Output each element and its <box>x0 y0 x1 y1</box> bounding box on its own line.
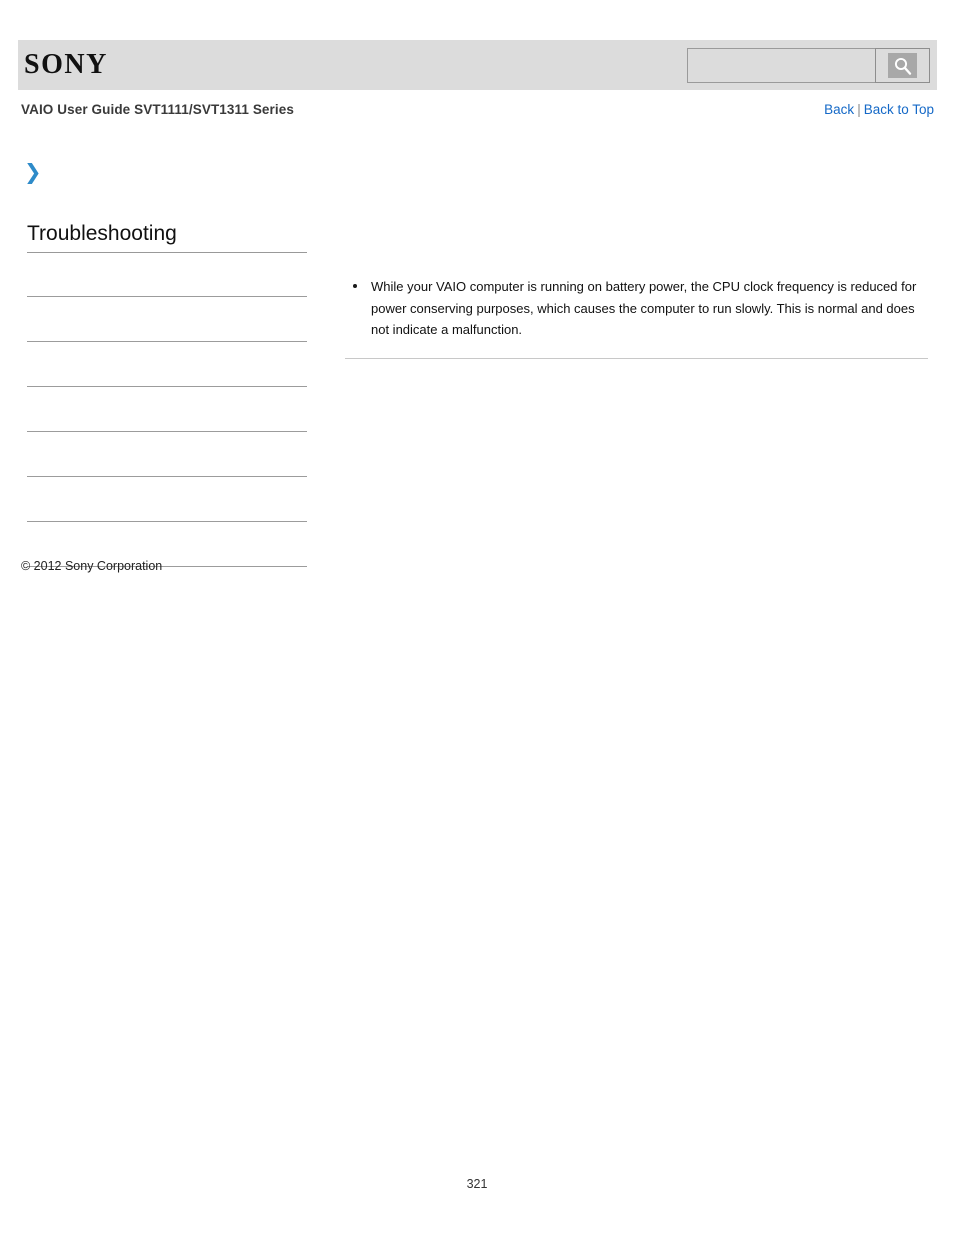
sony-logo: SONY <box>24 49 108 80</box>
search-area <box>687 48 930 83</box>
search-button[interactable] <box>875 48 930 83</box>
content-divider <box>345 358 928 359</box>
search-input[interactable] <box>687 48 875 83</box>
document-page: SONY VAIO User Guide SVT1111/SVT1311 Ser… <box>0 0 954 1235</box>
sidebar-item-5[interactable] <box>27 477 307 522</box>
sidebar-section-heading: Troubleshooting <box>27 221 307 253</box>
sidebar-item-4[interactable] <box>27 432 307 477</box>
top-navigation: Back | Back to Top <box>824 102 934 117</box>
page-number: 321 <box>466 1177 488 1191</box>
main-content: While your VAIO computer is running on b… <box>345 276 929 341</box>
sidebar-item-2[interactable] <box>27 342 307 387</box>
copyright-notice: © 2012 Sony Corporation <box>21 559 163 573</box>
sidebar-item-0[interactable] <box>27 252 307 297</box>
chevron-right-icon[interactable]: ❯ <box>24 162 42 183</box>
sidebar-item-1[interactable] <box>27 297 307 342</box>
sidebar-nav-list <box>27 252 307 567</box>
list-item-text: While your VAIO computer is running on b… <box>371 279 917 337</box>
sidebar-item-3[interactable] <box>27 387 307 432</box>
search-icon <box>888 53 917 78</box>
back-to-top-link[interactable]: Back to Top <box>864 102 934 117</box>
back-link[interactable]: Back <box>824 102 854 117</box>
content-bullet-list: While your VAIO computer is running on b… <box>345 276 929 341</box>
nav-separator: | <box>857 102 861 117</box>
page-title: VAIO User Guide SVT1111/SVT1311 Series <box>21 102 294 117</box>
list-item: While your VAIO computer is running on b… <box>345 276 929 341</box>
bullet-dot-icon <box>353 284 357 288</box>
site-header: SONY <box>18 40 937 90</box>
